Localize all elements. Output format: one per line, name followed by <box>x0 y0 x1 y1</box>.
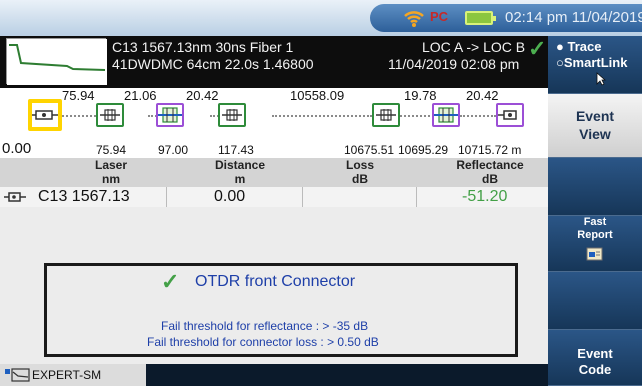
trace-thumbnail-graph <box>7 39 107 85</box>
position-label: 97.00 <box>158 143 189 157</box>
battery-icon <box>465 11 496 25</box>
bottom-bar: EXPERT-SM <box>0 364 548 386</box>
reflectance-threshold: Fail threshold for reflectance : > -35 d… <box>161 319 369 333</box>
position-label: 10675.51 <box>344 143 395 157</box>
acquisition-info-line2: 41DWDMC 64cm 22.0s 1.46800 <box>112 56 314 72</box>
splice-icon <box>100 109 120 121</box>
link-map[interactable]: 75.94 21.06 20.42 10558.09 19.78 20.42 0… <box>0 88 548 158</box>
position-label: 75.94 <box>96 143 127 157</box>
column-unit-loss: dB <box>352 172 368 186</box>
splice-icon <box>376 109 396 121</box>
connector-icon <box>32 110 58 120</box>
test-mode-label: EXPERT-SM <box>32 368 102 382</box>
cursor-arrow-icon <box>596 72 606 86</box>
column-unit-distance: m <box>234 172 246 186</box>
event-detail-panel: ✓ OTDR front Connector Fail threshold fo… <box>0 207 548 364</box>
column-divider <box>416 187 417 207</box>
cell-distance: 0.00 <box>214 188 246 205</box>
trace-header: C13 1567.13nm 30ns Fiber 1 41DWDMC 64cm … <box>0 36 548 88</box>
event-view-label-1: Event <box>575 108 615 124</box>
trace-thumbnail[interactable] <box>6 38 107 85</box>
event-splice[interactable] <box>372 103 400 127</box>
event-connector-end[interactable] <box>496 103 524 127</box>
cell-laser: C13 1567.13 <box>38 188 130 205</box>
pass-check-icon: ✓ <box>528 36 547 61</box>
column-header-loss: Loss <box>345 158 374 172</box>
connector-loss-threshold: Fail threshold for connector loss : > 0.… <box>147 335 379 349</box>
column-unit-laser: nm <box>102 172 120 186</box>
column-header-laser: Laser <box>94 158 128 172</box>
event-info-title: OTDR front Connector <box>195 273 356 290</box>
clock: 02:14 pm 11/04/2019 <box>505 9 642 26</box>
filter-icon <box>158 107 182 123</box>
blank-menu-button[interactable] <box>548 272 642 330</box>
side-menu: ● Trace ○SmartLink Event View Fast Repor… <box>548 36 642 386</box>
section-length-label: 21.06 <box>124 88 157 103</box>
fiber-section <box>460 115 496 117</box>
section-length-label: 10558.09 <box>290 88 345 103</box>
column-divider <box>302 187 303 207</box>
event-table-header: Laser nm Distance m Loss dB Reflectance … <box>0 158 548 187</box>
expert-mode-icon <box>5 368 30 382</box>
connector-icon <box>498 110 517 120</box>
cell-reflectance: -51.20 <box>462 188 508 205</box>
fast-report-label-1: Fast <box>583 216 607 228</box>
position-label: 10695.29 <box>398 143 449 157</box>
position-label: 10715.72 m <box>458 143 522 157</box>
event-splice[interactable] <box>96 103 124 127</box>
acquisition-date: 11/04/2019 02:08 pm <box>388 56 520 72</box>
section-length-label: 75.94 <box>62 88 95 103</box>
event-mux-filter[interactable] <box>432 103 460 127</box>
radio-trace-label: Trace <box>567 39 602 54</box>
section-length-label: 19.78 <box>404 88 437 103</box>
view-mode-toggle[interactable]: ● Trace ○SmartLink <box>548 36 642 94</box>
column-header-reflectance: Reflectance <box>456 158 524 172</box>
connector-icon <box>4 192 26 202</box>
radio-smartlink[interactable]: ○SmartLink <box>556 55 627 70</box>
remote-control-logo: PC <box>430 9 449 24</box>
fiber-section <box>400 115 434 117</box>
filter-icon <box>434 107 458 123</box>
fiber-section <box>272 115 372 117</box>
section-length-label: 20.42 <box>466 88 499 103</box>
column-header-distance: Distance <box>214 158 266 172</box>
radio-trace[interactable]: ● Trace <box>556 39 601 54</box>
event-view-button[interactable]: Event View <box>548 94 642 158</box>
pass-check-icon: ✓ <box>161 269 180 294</box>
column-unit-reflectance: dB <box>482 172 498 186</box>
wifi-icon <box>404 11 424 27</box>
position-label: 117.43 <box>218 143 254 157</box>
fast-report-button[interactable]: Fast Report <box>548 216 642 272</box>
event-table-row[interactable]: C13 1567.13 0.00 -51.20 <box>0 187 548 207</box>
position-label: 0.00 <box>2 140 32 157</box>
test-mode-indicator[interactable]: EXPERT-SM <box>0 364 146 386</box>
blank-menu-button[interactable] <box>548 158 642 216</box>
report-icon <box>586 247 603 261</box>
event-code-label-2: Code <box>578 362 612 377</box>
link-direction: LOC A -> LOC B <box>422 39 526 55</box>
event-info-box: ✓ OTDR front Connector Fail threshold fo… <box>44 263 518 357</box>
event-code-button[interactable]: Event Code <box>548 330 642 386</box>
radio-smartlink-label: SmartLink <box>563 55 628 70</box>
event-mux-filter[interactable] <box>156 103 184 127</box>
status-bar: PC 02:14 pm 11/04/2019 <box>0 0 642 36</box>
event-code-label-1: Event <box>577 346 613 361</box>
splice-icon <box>222 109 242 121</box>
section-length-label: 20.42 <box>186 88 219 103</box>
fast-report-label-2: Report <box>577 229 613 241</box>
event-view-label-2: View <box>579 126 611 142</box>
acquisition-info-line1: C13 1567.13nm 30ns Fiber 1 <box>112 39 294 55</box>
event-connector-origin[interactable] <box>28 99 62 131</box>
event-splice[interactable] <box>218 103 246 127</box>
column-divider <box>166 187 167 207</box>
